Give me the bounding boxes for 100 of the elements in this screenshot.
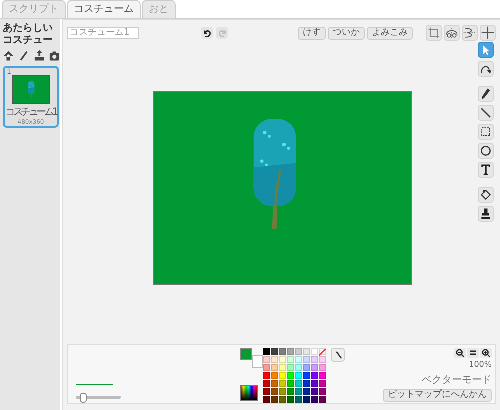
upload-icon[interactable]	[34, 50, 45, 62]
color-swatch[interactable]	[311, 364, 318, 371]
color-swatch[interactable]	[295, 380, 302, 387]
color-swatch[interactable]	[319, 364, 326, 371]
slider-thumb[interactable]	[80, 393, 87, 403]
undo-icon	[202, 28, 212, 38]
color-swatch[interactable]	[263, 348, 270, 355]
toolbar-button[interactable]: けす	[298, 26, 326, 40]
color-swatch[interactable]	[271, 364, 278, 371]
color-swatch[interactable]	[311, 388, 318, 395]
color-swatch[interactable]	[303, 388, 310, 395]
zoom-in-button[interactable]	[480, 348, 492, 358]
color-swatch[interactable]	[279, 364, 286, 371]
undo-button[interactable]	[201, 27, 213, 39]
color-swatch[interactable]	[295, 372, 302, 379]
zoom-out-icon	[456, 348, 464, 358]
color-swatch[interactable]	[311, 380, 318, 387]
color-swatch[interactable]	[311, 372, 318, 379]
color-swatch[interactable]	[287, 348, 294, 355]
pencil-tool[interactable]	[478, 86, 494, 102]
crosshair-icon	[481, 26, 495, 40]
crop-icon	[427, 26, 441, 40]
color-swatch[interactable]	[263, 372, 270, 379]
color-swatch[interactable]	[319, 356, 326, 363]
color-swatch[interactable]	[263, 380, 270, 387]
color-swatch[interactable]	[279, 356, 286, 363]
color-swatch[interactable]	[279, 396, 286, 403]
color-swatch[interactable]	[295, 388, 302, 395]
stamp-tool[interactable]	[478, 206, 494, 222]
color-swatch[interactable]	[287, 380, 294, 387]
color-swatch[interactable]	[279, 348, 286, 355]
toolbar-button[interactable]: よみこみ	[367, 26, 413, 40]
color-swatch[interactable]	[303, 372, 310, 379]
set-center-button[interactable]	[480, 25, 496, 41]
camera-icon[interactable]	[48, 50, 60, 62]
line-width-preview	[76, 384, 113, 385]
tab[interactable]: コスチューム	[67, 0, 141, 18]
flip-horizontal-icon	[445, 26, 459, 40]
color-swatch[interactable]	[303, 348, 310, 355]
rectangle-tool[interactable]	[478, 124, 494, 140]
secondary-color-swatch[interactable]	[252, 355, 263, 368]
color-swatch[interactable]	[303, 364, 310, 371]
color-swatch[interactable]	[279, 380, 286, 387]
color-swatch[interactable]	[295, 396, 302, 403]
color-swatch[interactable]	[303, 396, 310, 403]
color-swatch[interactable]	[263, 356, 270, 363]
color-swatch[interactable]	[295, 348, 302, 355]
ellipse-tool[interactable]	[478, 143, 494, 159]
color-swatch[interactable]	[287, 388, 294, 395]
color-swatch[interactable]	[287, 364, 294, 371]
text-icon	[479, 163, 493, 177]
color-swatch[interactable]	[263, 364, 270, 371]
primary-color-swatch[interactable]	[240, 348, 252, 360]
color-swatch[interactable]	[311, 356, 318, 363]
mode-label: ベクターモード	[422, 374, 492, 387]
eyedropper-icon	[334, 350, 342, 360]
color-swatch[interactable]	[295, 356, 302, 363]
color-swatch[interactable]	[311, 348, 318, 355]
fill-tool[interactable]	[478, 187, 494, 203]
color-swatch[interactable]	[271, 372, 278, 379]
tree-drawing	[28, 80, 34, 98]
circle-icon	[479, 144, 493, 158]
convert-to-bitmap-button[interactable]: ビットマップにへんかん	[383, 389, 492, 402]
line-tool[interactable]	[478, 105, 494, 121]
zoom-out-button[interactable]	[454, 348, 466, 358]
color-swatch[interactable]	[287, 372, 294, 379]
flip-horizontal-button[interactable]	[444, 25, 460, 41]
color-swatch[interactable]	[319, 388, 326, 395]
color-swatch[interactable]	[295, 364, 302, 371]
color-swatch[interactable]	[319, 396, 326, 403]
reshape-tool[interactable]	[478, 61, 494, 77]
eyedropper-button[interactable]	[331, 348, 345, 362]
color-swatch[interactable]	[271, 356, 278, 363]
no-color-swatch[interactable]	[319, 348, 326, 355]
paintbrush-icon[interactable]	[18, 50, 30, 62]
color-swatch[interactable]	[271, 396, 278, 403]
color-swatch[interactable]	[263, 396, 270, 403]
color-swatch[interactable]	[263, 388, 270, 395]
color-swatch[interactable]	[303, 380, 310, 387]
toolbar-button[interactable]: ついか	[328, 26, 365, 40]
dashed-square-icon	[479, 125, 493, 139]
line-icon	[479, 106, 493, 120]
color-swatch[interactable]	[287, 356, 294, 363]
color-picker[interactable]	[240, 385, 258, 401]
color-swatch[interactable]	[271, 348, 278, 355]
color-swatch[interactable]	[319, 372, 326, 379]
color-swatch[interactable]	[287, 396, 294, 403]
color-swatch[interactable]	[319, 380, 326, 387]
color-swatch[interactable]	[279, 388, 286, 395]
sprite-icon[interactable]	[3, 50, 14, 62]
flip-vertical-button[interactable]	[462, 25, 478, 41]
text-tool[interactable]	[478, 162, 494, 178]
color-swatch[interactable]	[271, 388, 278, 395]
color-swatch[interactable]	[303, 356, 310, 363]
color-swatch[interactable]	[279, 372, 286, 379]
crop-button[interactable]	[426, 25, 442, 41]
zoom-reset-button[interactable]	[467, 348, 479, 358]
color-swatch[interactable]	[271, 380, 278, 387]
section-label: あたらしいコスチュー	[3, 23, 54, 47]
color-swatch[interactable]	[311, 396, 318, 403]
